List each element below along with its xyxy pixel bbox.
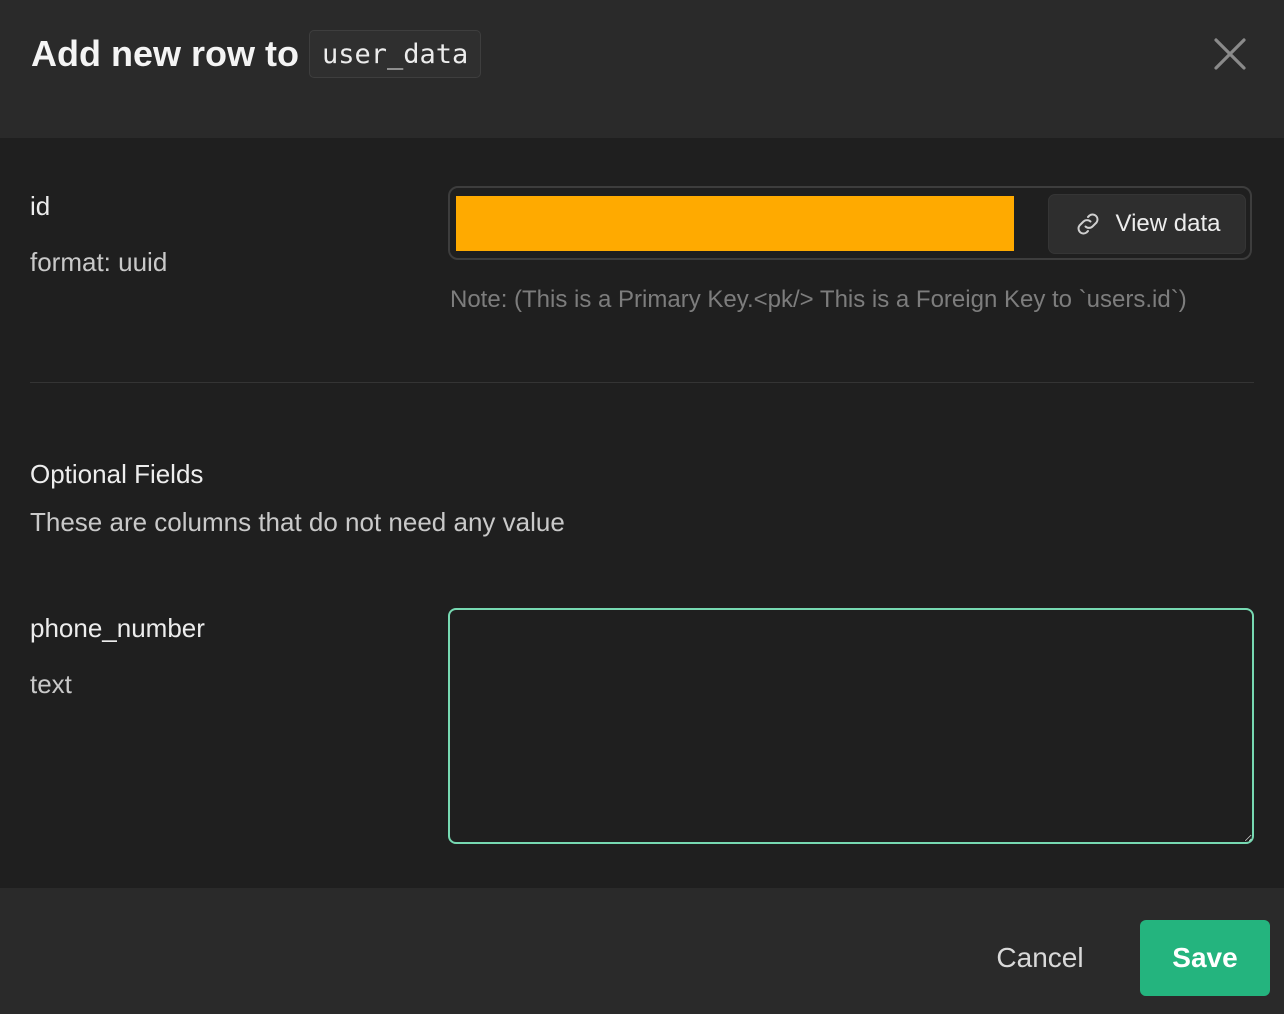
view-data-button[interactable]: View data (1048, 194, 1246, 254)
cancel-button[interactable]: Cancel (972, 920, 1108, 996)
close-button[interactable] (1206, 30, 1254, 78)
phone-number-field-format: text (30, 669, 72, 699)
id-field-name: id (30, 191, 51, 221)
add-row-dialog: Add new row to user_data id format: uuid… (0, 0, 1284, 1014)
close-icon (1214, 38, 1246, 70)
link-icon (1077, 213, 1098, 235)
optional-fields-title: Optional Fields (30, 459, 204, 489)
phone-number-field-name: phone_number (30, 613, 205, 643)
dialog-header: Add new row to user_data (0, 0, 1284, 138)
phone-number-input[interactable] (448, 608, 1254, 844)
section-divider (30, 382, 1254, 383)
dialog-footer: Cancel Save (0, 888, 1284, 1014)
id-field-format: format: uuid (30, 247, 168, 277)
dialog-title: Add new row to user_data (31, 30, 482, 78)
id-input[interactable]: View data (448, 186, 1252, 260)
id-value-redacted[interactable] (456, 196, 1014, 251)
dialog-title-text: Add new row to (31, 33, 299, 74)
optional-fields-description: These are columns that do not need any v… (30, 507, 565, 537)
view-data-label: View data (1115, 210, 1221, 237)
table-name-chip: user_data (308, 30, 482, 78)
id-field-note: Note: (This is a Primary Key.<pk/> This … (450, 286, 1187, 313)
save-button[interactable]: Save (1140, 920, 1270, 996)
